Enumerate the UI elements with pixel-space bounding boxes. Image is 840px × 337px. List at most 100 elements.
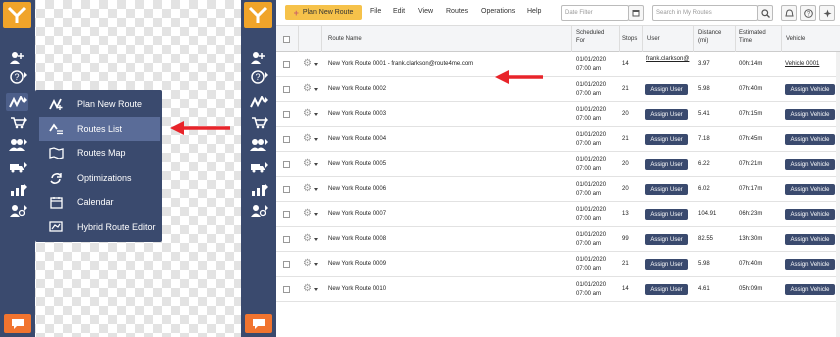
search-input[interactable]: Search in My Routes [652,5,758,21]
gear-icon[interactable]: ⚙ [303,208,312,219]
calendar-picker-icon[interactable] [628,5,644,21]
chat-icon[interactable] [4,314,31,333]
cart-icon[interactable] [247,113,269,131]
table-row[interactable]: ⚙ New York Route 0005 01/01/2020 07:00 am 20… [276,152,840,177]
assign-user-button[interactable]: Assign User [645,84,688,95]
truck-icon[interactable] [6,158,28,176]
users-icon[interactable] [247,135,269,153]
chevron-down-icon[interactable] [314,113,318,116]
header-scheduled-for[interactable]: Scheduled For [576,29,604,45]
chevron-down-icon[interactable] [314,288,318,291]
row-checkbox[interactable] [283,236,290,243]
routes-icon[interactable] [6,93,28,111]
settings-dropdown-icon[interactable] [819,5,835,21]
header-distance[interactable]: Distance (mi) [698,29,721,45]
row-checkbox[interactable] [283,86,290,93]
add-user-icon[interactable] [247,48,269,66]
route4me-logo[interactable] [3,2,31,28]
assign-user-button[interactable]: Assign User [645,184,688,195]
chevron-down-icon[interactable] [314,263,318,266]
route-name[interactable]: New York Route 0009 [328,261,386,267]
plan-new-route-button[interactable]: + Plan New Route [285,5,362,20]
vertical-scrollbar[interactable] [836,52,840,337]
assign-vehicle-button[interactable]: Assign Vehicle [785,259,835,270]
truck-icon[interactable] [247,158,269,176]
select-all-checkbox[interactable] [283,36,290,43]
table-row[interactable]: ⚙ New York Route 0006 01/01/2020 07:00 am 20… [276,177,840,202]
route-name[interactable]: New York Route 0006 [328,186,386,192]
assign-user-button[interactable]: Assign User [645,284,688,295]
flyout-item-optimizations[interactable]: Optimizations [39,166,160,190]
user-settings-icon[interactable] [6,201,28,219]
table-row[interactable]: ⚙ New York Route 0002 01/01/2020 07:00 am 21… [276,77,840,102]
chevron-down-icon[interactable] [314,88,318,91]
gear-icon[interactable]: ⚙ [303,158,312,169]
assign-vehicle-button[interactable]: Assign Vehicle [785,84,835,95]
user-settings-icon[interactable] [247,201,269,219]
assign-vehicle-button[interactable]: Assign Vehicle [785,134,835,145]
route-name[interactable]: New York Route 0004 [328,136,386,142]
route-name[interactable]: New York Route 0007 [328,211,386,217]
assign-user-button[interactable]: Assign User [645,209,688,220]
row-checkbox[interactable] [283,136,290,143]
header-estimated-time[interactable]: Estimated Time [739,29,766,45]
routes-icon[interactable] [247,93,269,111]
assign-vehicle-button[interactable]: Assign Vehicle [785,109,835,120]
assign-user-button[interactable]: Assign User [645,259,688,270]
flyout-item-plan-new-route[interactable]: Plan New Route [39,92,160,116]
assign-vehicle-button[interactable]: Assign Vehicle [785,209,835,220]
add-user-icon[interactable] [6,48,28,66]
gear-icon[interactable]: ⚙ [303,83,312,94]
chevron-down-icon[interactable] [314,213,318,216]
header-stops[interactable]: Stops [622,35,637,43]
help-icon[interactable]: ? [247,68,269,86]
header-user[interactable]: User [647,35,660,43]
table-row[interactable]: ⚙ New York Route 0001 - frank.clarkson@ro… [276,52,840,77]
help-icon[interactable]: ? [6,68,28,86]
chevron-down-icon[interactable] [314,138,318,141]
menu-operations[interactable]: Operations [481,8,515,15]
route-name[interactable]: New York Route 0003 [328,111,386,117]
help-circle-icon[interactable]: ? [800,5,816,21]
date-filter-input[interactable]: Date Filter [561,5,629,21]
vehicle-link[interactable]: Vehicle 0001 [785,61,819,67]
row-checkbox[interactable] [283,61,290,68]
row-checkbox[interactable] [283,211,290,218]
header-vehicle[interactable]: Vehicle [786,35,805,43]
flyout-item-hybrid-route-editor[interactable]: Hybrid Route Editor [39,215,160,239]
menu-help[interactable]: Help [527,8,541,15]
assign-vehicle-button[interactable]: Assign Vehicle [785,184,835,195]
gear-icon[interactable]: ⚙ [303,58,312,69]
gear-icon[interactable]: ⚙ [303,133,312,144]
flyout-item-routes-map[interactable]: Routes Map [39,141,160,165]
menu-file[interactable]: File [370,8,381,15]
chevron-down-icon[interactable] [314,238,318,241]
analytics-icon[interactable] [247,180,269,198]
row-checkbox[interactable] [283,186,290,193]
route-name[interactable]: New York Route 0010 [328,286,386,292]
row-checkbox[interactable] [283,286,290,293]
chevron-down-icon[interactable] [314,63,318,66]
flyout-item-calendar[interactable]: Calendar [39,190,160,214]
gear-icon[interactable]: ⚙ [303,283,312,294]
assign-vehicle-button[interactable]: Assign Vehicle [785,284,835,295]
route-name[interactable]: New York Route 0008 [328,236,386,242]
route-name[interactable]: New York Route 0002 [328,86,386,92]
bell-icon[interactable] [781,5,797,21]
chevron-down-icon[interactable] [314,188,318,191]
row-checkbox[interactable] [283,111,290,118]
table-row[interactable]: ⚙ New York Route 0003 01/01/2020 07:00 am 20… [276,102,840,127]
gear-icon[interactable]: ⚙ [303,258,312,269]
table-row[interactable]: ⚙ New York Route 0008 01/01/2020 07:00 am 99… [276,227,840,252]
gear-icon[interactable]: ⚙ [303,183,312,194]
menu-edit[interactable]: Edit [393,8,405,15]
table-row[interactable]: ⚙ New York Route 0009 01/01/2020 07:00 am 21… [276,252,840,277]
cart-icon[interactable] [6,113,28,131]
header-route-name[interactable]: Route Name [328,35,362,43]
menu-view[interactable]: View [418,8,433,15]
assign-vehicle-button[interactable]: Assign Vehicle [785,234,835,245]
assign-vehicle-button[interactable]: Assign Vehicle [785,159,835,170]
chevron-down-icon[interactable] [314,163,318,166]
route-name[interactable]: New York Route 0001 - frank.clarkson@rou… [328,61,473,67]
table-row[interactable]: ⚙ New York Route 0010 01/01/2020 07:00 am 14… [276,277,840,302]
